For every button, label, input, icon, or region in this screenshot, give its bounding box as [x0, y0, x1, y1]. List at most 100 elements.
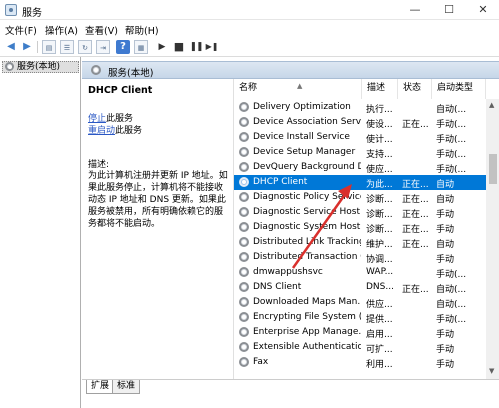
service-name: DevQuery Background D...	[253, 162, 361, 172]
column-header-status[interactable]: 状态	[398, 79, 432, 99]
menu-view[interactable]: 查看(V)	[85, 23, 118, 37]
table-row[interactable]: Diagnostic Policy Service 诊断... 正在... 自动	[234, 190, 486, 205]
service-gear-icon	[239, 132, 249, 142]
help-icon[interactable]: ?	[116, 40, 130, 54]
service-startup-type: 自动	[436, 240, 455, 250]
table-row[interactable]: dmwappushsvc WAP... 手动(...	[234, 265, 486, 280]
description-panel: DHCP Client 停止此服务 重启动此服务 描述: 为此计算机注册并更新 …	[82, 79, 232, 379]
forward-icon[interactable]: ▶	[20, 40, 34, 54]
scroll-thumb[interactable]	[489, 154, 497, 184]
service-status: 正在...	[402, 225, 429, 235]
gear-icon	[91, 65, 101, 75]
pane-header-label: 服务(本地)	[108, 68, 154, 79]
table-row[interactable]: Fax 利用... 手动	[234, 355, 486, 370]
maximize-button[interactable]: ☐	[432, 0, 466, 20]
export-icon[interactable]: ⇥	[96, 40, 110, 54]
table-row[interactable]: Delivery Optimization 执行... 自动(...	[234, 100, 486, 115]
pause-icon[interactable]: ❚❚	[189, 40, 203, 54]
tab-extended[interactable]: 扩展	[86, 380, 115, 394]
service-status: 正在...	[402, 285, 429, 295]
service-startup-type: 手动(...	[436, 120, 467, 130]
table-row[interactable]: Device Install Service 使计... 手动(...	[234, 130, 486, 145]
menu-file[interactable]: 文件(F)	[5, 23, 37, 37]
properties-icon[interactable]: ▦	[134, 40, 148, 54]
vertical-scrollbar[interactable]: ▲ ▼	[486, 99, 499, 379]
service-description: 诊断...	[366, 225, 393, 235]
service-status: 正在...	[402, 120, 429, 130]
table-row[interactable]: Distributed Link Tracking... 维护... 正在... 自动	[234, 235, 486, 250]
table-row[interactable]: Diagnostic System Host 诊断... 正在... 手动	[234, 220, 486, 235]
service-gear-icon	[239, 312, 249, 322]
table-row[interactable]: Diagnostic Service Host 诊断... 正在... 手动	[234, 205, 486, 220]
service-description: WAP...	[366, 267, 394, 277]
service-gear-icon	[239, 342, 249, 352]
play-icon[interactable]: ▶	[155, 40, 169, 54]
service-startup-type: 手动(...	[436, 165, 467, 175]
column-header-startup[interactable]: 启动类型	[432, 79, 486, 99]
service-startup-type: 手动	[436, 330, 455, 340]
service-name: DNS Client	[253, 282, 302, 292]
table-row[interactable]: DevQuery Background D... 使应... 手动(...	[234, 160, 486, 175]
table-row[interactable]: Device Setup Manager 支持... 手动(...	[234, 145, 486, 160]
table-row[interactable]: Distributed Transaction C... 协调... 手动	[234, 250, 486, 265]
service-name: Encrypting File System (E...	[253, 312, 361, 322]
service-startup-type: 自动(...	[436, 300, 467, 310]
service-description: 供应...	[366, 300, 393, 310]
scroll-down-icon[interactable]: ▼	[489, 367, 494, 375]
restart-suffix: 此服务	[115, 126, 143, 136]
service-description: 诊断...	[366, 195, 393, 205]
table-row[interactable]: Device Association Service 使设... 正在... 手动(.…	[234, 115, 486, 130]
back-icon[interactable]: ◀	[4, 40, 18, 54]
services-pane: 服务(本地) DHCP Client 停止此服务 重启动此服务 描述: 为此计算…	[82, 57, 499, 408]
tab-standard[interactable]: 标准	[112, 380, 141, 394]
service-name: Downloaded Maps Man...	[253, 297, 361, 307]
gear-icon	[5, 62, 14, 71]
service-gear-icon	[239, 117, 249, 127]
service-startup-type: 自动(...	[436, 285, 467, 295]
service-startup-type: 手动	[436, 255, 455, 265]
restart-icon[interactable]: ▶❚	[205, 40, 219, 54]
column-desc-label: 描述	[367, 83, 386, 93]
service-gear-icon	[239, 357, 249, 367]
list-icon[interactable]: ☰	[60, 40, 74, 54]
sort-arrow-icon: ▲	[297, 82, 303, 90]
service-gear-icon	[239, 177, 249, 187]
service-description: DNS...	[366, 282, 394, 292]
toolbar-separator	[37, 41, 38, 53]
service-gear-icon	[239, 252, 249, 262]
description-label: 描述:	[88, 160, 110, 170]
table-row[interactable]: Extensible Authentication... 可扩... 手动	[234, 340, 486, 355]
service-description: 支持...	[366, 150, 393, 160]
service-description: 执行...	[366, 105, 393, 115]
stop-icon[interactable]: ■	[172, 40, 186, 54]
table-row[interactable]: DHCP Client 为此... 正在... 自动	[234, 175, 486, 190]
tree-item-services-local[interactable]: 服务(本地)	[2, 61, 79, 73]
service-gear-icon	[239, 207, 249, 217]
service-gear-icon	[239, 147, 249, 157]
service-startup-type: 手动(...	[436, 270, 467, 280]
minimize-button[interactable]: —	[398, 0, 432, 20]
service-name: Diagnostic Service Host	[253, 207, 361, 217]
scroll-up-icon[interactable]: ▲	[489, 101, 494, 109]
column-header-description[interactable]: 描述	[362, 79, 398, 99]
service-name: Distributed Transaction C...	[253, 252, 361, 262]
service-description: 提供...	[366, 315, 393, 325]
description-text: 为此计算机注册并更新 IP 地址。如果此服务停止，计算机将不能接收动态 IP 地…	[88, 171, 228, 229]
table-row[interactable]: Downloaded Maps Man... 供应... 自动(...	[234, 295, 486, 310]
service-status: 正在...	[402, 180, 429, 190]
window-title: 服务	[22, 8, 42, 19]
service-status: 正在...	[402, 210, 429, 220]
console-icon[interactable]: ▤	[42, 40, 56, 54]
menu-action[interactable]: 操作(A)	[45, 23, 78, 37]
table-row[interactable]: Enterprise App Manage... 启用... 手动	[234, 325, 486, 340]
service-description: 协调...	[366, 255, 393, 265]
service-status: 正在...	[402, 240, 429, 250]
close-button[interactable]: ✕	[466, 0, 499, 20]
table-row[interactable]: DNS Client DNS... 正在... 自动(...	[234, 280, 486, 295]
column-header-name[interactable]: 名称 ▲	[234, 79, 362, 99]
service-description: 使应...	[366, 165, 393, 175]
refresh-icon[interactable]: ↻	[78, 40, 92, 54]
menu-help[interactable]: 帮助(H)	[125, 23, 159, 37]
restart-service-link[interactable]: 重启动	[88, 126, 115, 136]
table-row[interactable]: Encrypting File System (E... 提供... 手动(...	[234, 310, 486, 325]
